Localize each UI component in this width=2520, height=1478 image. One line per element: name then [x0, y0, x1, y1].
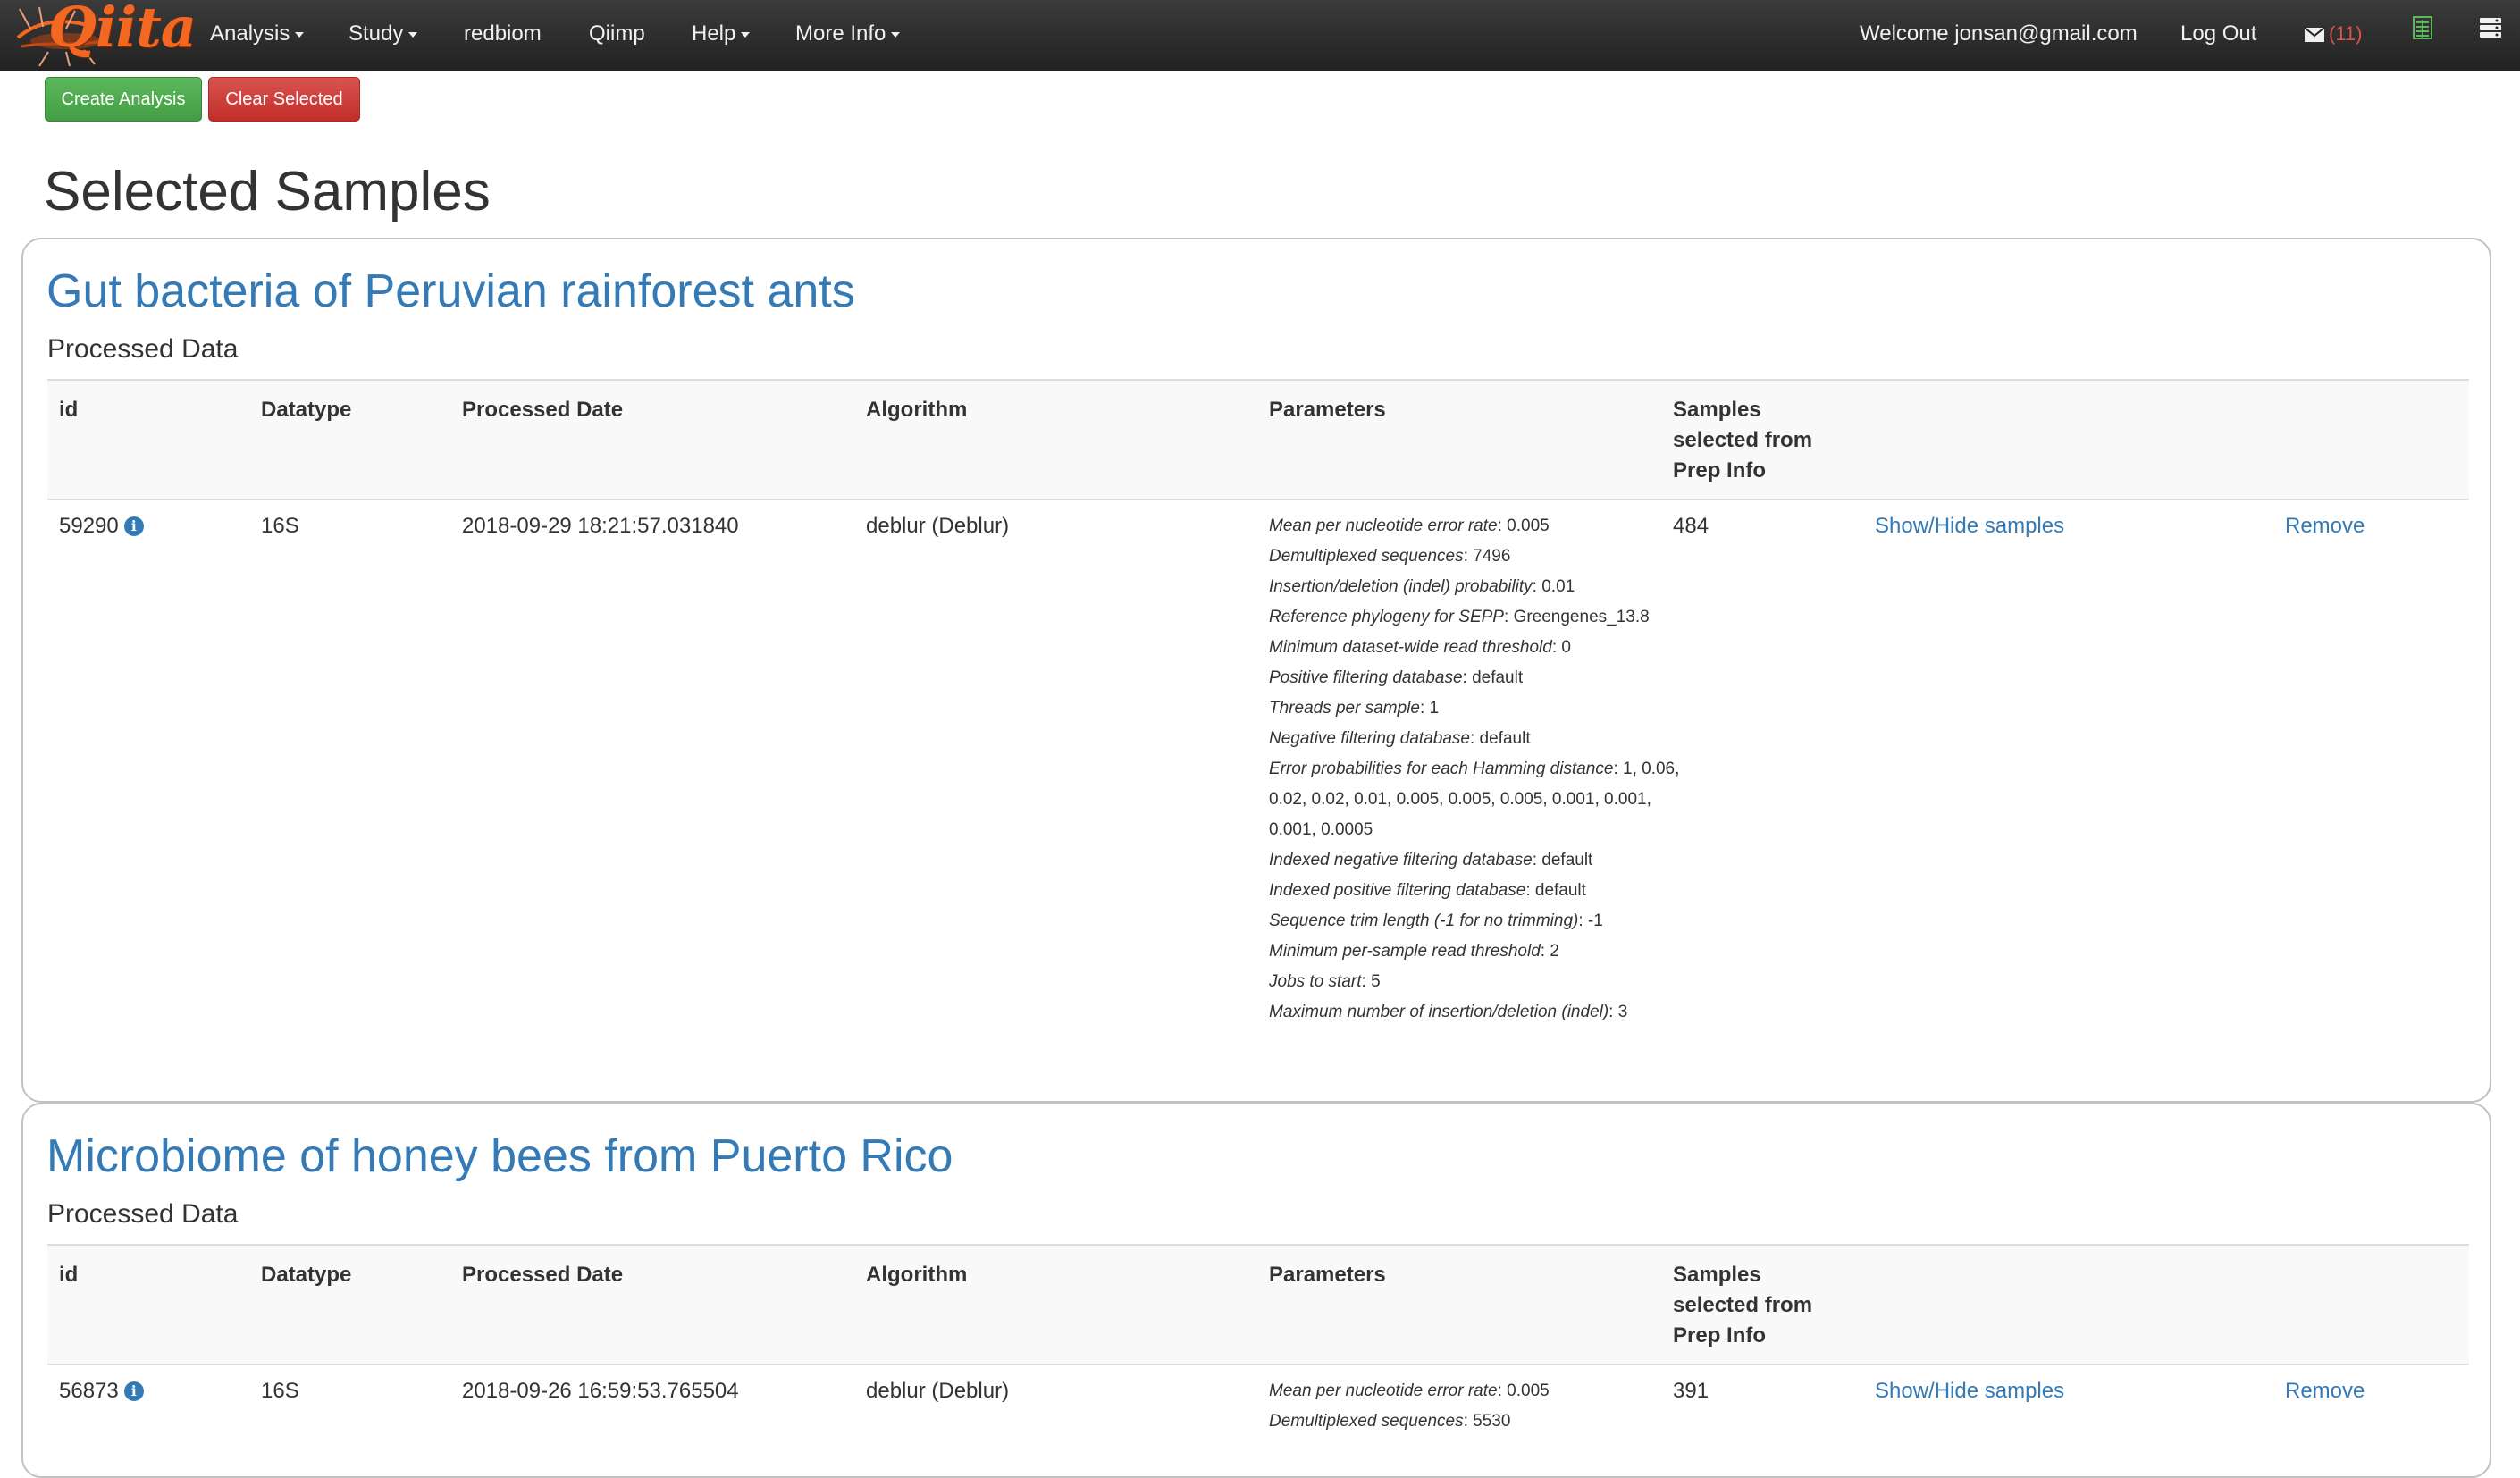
- study-title-link[interactable]: Gut bacteria of Peruvian rainforest ants: [46, 265, 855, 318]
- parameter-item: Positive filtering database: default: [1269, 668, 1524, 687]
- nav-study-label: Study: [349, 21, 404, 46]
- processed-date-cell: 2018-09-26 16:59:53.765504: [462, 1379, 739, 1403]
- col-header-id: id: [59, 398, 79, 422]
- col-header-datatype: Datatype: [261, 398, 352, 422]
- datatype-cell: 16S: [261, 514, 299, 538]
- parameter-item: Sequence trim length (-1 for no trimming…: [1269, 911, 1603, 930]
- nav-help-label: Help: [692, 21, 736, 46]
- parameters-cell: Mean per nucleotide error rate: 0.005 De…: [1269, 1376, 1689, 1437]
- nav-analysis-menu[interactable]: Analysis: [210, 18, 305, 50]
- parameter-item: Minimum dataset-wide read threshold: 0: [1269, 638, 1571, 657]
- col-header-algorithm: Algorithm: [866, 398, 968, 422]
- col-header-processed-date: Processed Date: [462, 1263, 624, 1287]
- col-header-parameters: Parameters: [1269, 398, 1386, 422]
- processed-date-cell: 2018-09-29 18:21:57.031840: [462, 514, 739, 538]
- study-panel: Gut bacteria of Peruvian rainforest ants…: [21, 238, 2491, 1103]
- menu-icon: [2480, 18, 2501, 38]
- parameter-item: Demultiplexed sequences: 7496: [1269, 547, 1511, 566]
- welcome-text: Welcome jonsan@gmail.com: [1860, 21, 2138, 46]
- parameter-item: Jobs to start: 5: [1269, 972, 1381, 991]
- col-header-algorithm: Algorithm: [866, 1263, 968, 1287]
- message-count-badge: (11): [2329, 22, 2363, 45]
- parameter-item: Indexed negative filtering database: def…: [1269, 851, 1593, 869]
- table-header-row: id Datatype Processed Date Algorithm Par…: [47, 1244, 2469, 1365]
- qiita-logo[interactable]: Qiita: [13, 0, 197, 68]
- clear-selected-button[interactable]: Clear Selected: [208, 77, 360, 122]
- col-header-samples: Samples selected from Prep Info: [1673, 398, 1813, 483]
- logout-link[interactable]: Log Out: [2180, 18, 2256, 50]
- messages-link[interactable]: (11): [2304, 18, 2363, 50]
- nav-study-menu[interactable]: Study: [349, 18, 418, 50]
- caret-down-icon: [408, 31, 418, 38]
- page-title: Selected Samples: [44, 161, 491, 223]
- logo-text: Qiita: [48, 0, 197, 60]
- spreadsheet-link[interactable]: [2413, 16, 2432, 48]
- parameter-item: Error probabilities for each Hamming dis…: [1269, 760, 1680, 839]
- nav-help-menu[interactable]: Help: [692, 18, 751, 50]
- remove-link[interactable]: Remove: [2285, 511, 2365, 542]
- settings-menu-link[interactable]: [2479, 16, 2502, 48]
- create-analysis-button[interactable]: Create Analysis: [45, 77, 202, 122]
- study-panel: Microbiome of honey bees from Puerto Ric…: [21, 1103, 2491, 1478]
- parameter-item: Reference phylogeny for SEPP: Greengenes…: [1269, 608, 1650, 626]
- envelope-icon: [2304, 26, 2325, 42]
- table-header-row: id Datatype Processed Date Algorithm Par…: [47, 379, 2469, 500]
- info-icon[interactable]: i: [123, 1381, 144, 1401]
- col-header-parameters: Parameters: [1269, 1263, 1386, 1287]
- samples-count-cell: 484: [1673, 514, 1709, 538]
- processed-data-heading: Processed Data: [47, 1199, 239, 1229]
- nav-qiimp-link[interactable]: Qiimp: [589, 18, 645, 50]
- col-header-samples: Samples selected from Prep Info: [1673, 1263, 1813, 1348]
- parameter-item: Negative filtering database: default: [1269, 729, 1531, 748]
- processed-data-heading: Processed Data: [47, 334, 239, 364]
- parameter-item: Mean per nucleotide error rate: 0.005: [1269, 516, 1550, 535]
- artifact-id: 59290: [59, 514, 119, 538]
- samples-count-cell: 391: [1673, 1379, 1709, 1403]
- datatype-cell: 16S: [261, 1379, 299, 1403]
- parameter-item: Indexed positive filtering database: def…: [1269, 881, 1586, 900]
- algorithm-cell: deblur (Deblur): [866, 514, 1010, 538]
- row-id-cell: 56873 i: [59, 1376, 144, 1407]
- row-id-cell: 59290 i: [59, 511, 144, 542]
- parameter-item: Maximum number of insertion/deletion (in…: [1269, 1003, 1628, 1021]
- parameter-item: Demultiplexed sequences: 5530: [1269, 1412, 1511, 1431]
- parameters-cell: Mean per nucleotide error rate: 0.005 De…: [1269, 511, 1689, 1028]
- caret-down-icon: [891, 31, 901, 38]
- spreadsheet-icon: [2413, 16, 2432, 39]
- remove-link[interactable]: Remove: [2285, 1376, 2365, 1407]
- parameter-item: Threads per sample: 1: [1269, 699, 1440, 718]
- study-title-link[interactable]: Microbiome of honey bees from Puerto Ric…: [46, 1129, 953, 1183]
- col-header-processed-date: Processed Date: [462, 398, 624, 422]
- parameter-item: Minimum per-sample read threshold: 2: [1269, 942, 1559, 961]
- show-hide-samples-link[interactable]: Show/Hide samples: [1875, 511, 2064, 542]
- show-hide-samples-link[interactable]: Show/Hide samples: [1875, 1376, 2064, 1407]
- artifact-id: 56873: [59, 1379, 119, 1403]
- col-header-datatype: Datatype: [261, 1263, 352, 1287]
- nav-analysis-label: Analysis: [210, 21, 290, 46]
- nav-more-info-label: More Info: [795, 21, 886, 46]
- logout-label: Log Out: [2180, 21, 2257, 46]
- welcome-user-link[interactable]: Welcome jonsan@gmail.com: [1860, 18, 2138, 50]
- parameter-item: Insertion/deletion (indel) probability: …: [1269, 577, 1575, 596]
- info-icon[interactable]: i: [123, 516, 144, 536]
- algorithm-cell: deblur (Deblur): [866, 1379, 1010, 1403]
- nav-qiimp-label: Qiimp: [589, 21, 645, 46]
- caret-down-icon: [741, 31, 751, 38]
- nav-redbiom-link[interactable]: redbiom: [464, 18, 542, 50]
- parameter-item: Mean per nucleotide error rate: 0.005: [1269, 1381, 1550, 1400]
- nav-redbiom-label: redbiom: [464, 21, 542, 46]
- nav-more-info-menu[interactable]: More Info: [795, 18, 901, 50]
- top-navbar: Qiita Analysis Study redbiom Qiimp Help …: [0, 0, 2520, 71]
- caret-down-icon: [295, 31, 305, 38]
- col-header-id: id: [59, 1263, 79, 1287]
